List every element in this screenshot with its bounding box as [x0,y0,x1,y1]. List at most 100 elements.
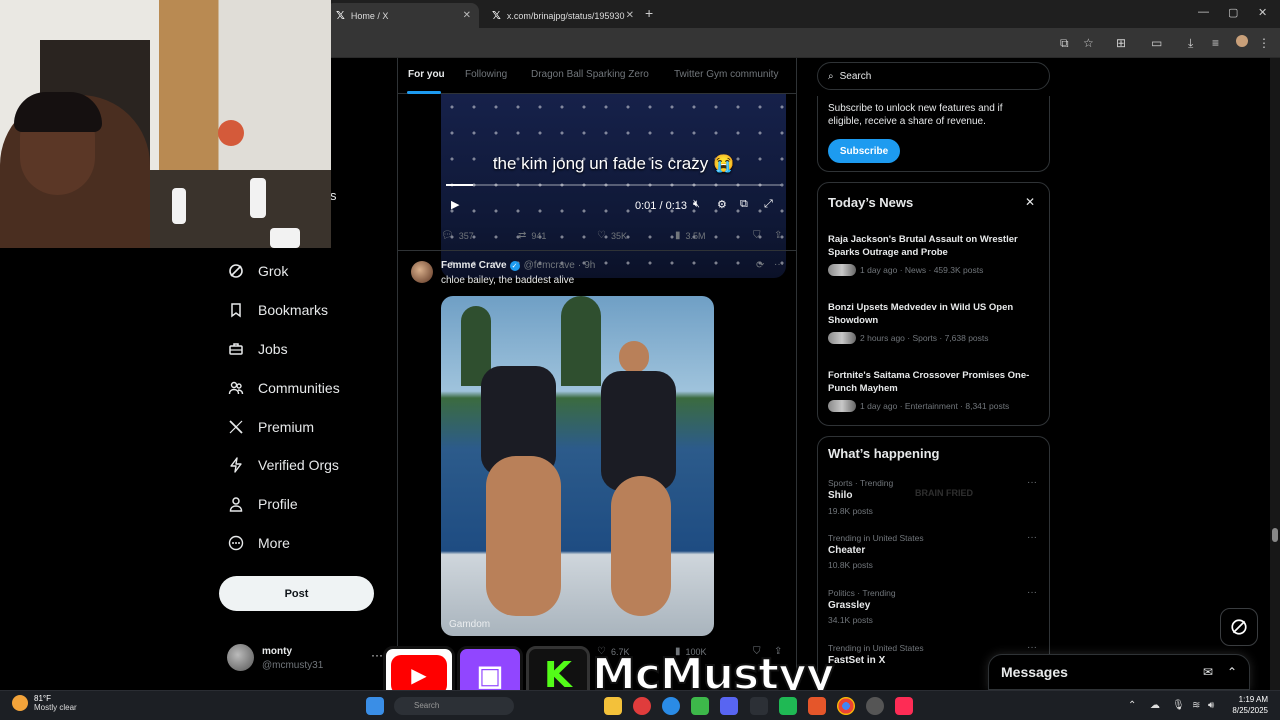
tab-following[interactable]: Following [465,69,507,80]
trend-more-icon[interactable]: ··· [1027,477,1037,488]
close-window-button[interactable]: ✕ [1258,6,1267,19]
avatar[interactable] [411,261,433,283]
scrollbar-thumb[interactable] [1272,528,1278,542]
trend-more-icon[interactable]: ··· [1027,587,1037,598]
trend-more-icon[interactable]: ··· [1027,532,1037,543]
pip-icon[interactable]: ⧉ [740,198,748,211]
person-icon [228,496,244,512]
active-tab-indicator [407,91,441,94]
news-headline[interactable]: Raja Jackson's Brutal Assault on Wrestle… [828,233,1038,259]
file-explorer-icon[interactable] [604,697,622,715]
start-menu-icon[interactable] [366,697,384,715]
like-button[interactable]: ♡ 35K [597,230,627,241]
onedrive-icon[interactable]: ☁ [1150,700,1160,711]
maximize-button[interactable]: ▢ [1228,6,1238,19]
grok-explain-icon[interactable]: ⟳ [756,260,764,271]
trend-name[interactable]: Shilo [828,490,852,501]
tray-chevron-icon[interactable]: ⌃ [1128,700,1136,711]
new-message-icon[interactable]: ✉ [1203,665,1213,679]
trend-name[interactable]: FastSet in X [828,655,885,666]
search-input[interactable]: ⌕ Search [817,62,1050,90]
author-name[interactable]: Femme Crave [441,260,507,271]
tweet-more-icon[interactable]: ··· [774,259,784,270]
edge-icon[interactable] [662,697,680,715]
install-app-icon[interactable]: ⧉ [1060,36,1069,51]
play-icon[interactable]: ▶ [451,198,459,211]
media-icon[interactable]: ≡ [1212,36,1219,50]
mute-icon[interactable]: 🔇︎ [693,198,700,211]
brave-icon[interactable] [808,697,826,715]
views-button[interactable]: ▮ 3.5M [675,230,706,241]
app-icon[interactable] [750,697,768,715]
bookmark-star-icon[interactable]: ☆ [1083,36,1094,50]
nav-item-premium[interactable]: Premium [228,419,314,435]
trend-name[interactable]: Grassley [828,600,870,611]
tab-for-you[interactable]: For you [408,69,445,80]
taskbar-clock[interactable]: 1:19 AM 8/25/2025 [1224,694,1268,716]
nav-item-verified-orgs[interactable]: Verified Orgs [228,457,339,473]
expand-icon[interactable]: ⌃ [1227,665,1237,679]
spotify-icon[interactable] [779,697,797,715]
trend-name[interactable]: Cheater [828,545,865,556]
post-button[interactable]: Post [219,576,374,611]
download-icon[interactable]: ⤓ [1188,36,1193,51]
account-more-icon[interactable]: ··· [371,648,383,662]
photo-subject [619,341,649,373]
share-button[interactable]: ⇪ [774,230,787,241]
wifi-icon[interactable]: ≋ [1192,700,1200,711]
opera-icon[interactable] [633,697,651,715]
tiktok-icon[interactable] [895,697,913,715]
nav-label: Premium [258,419,315,435]
page-scrollbar[interactable] [1270,58,1280,690]
nav-item-bookmarks[interactable]: Bookmarks [228,302,328,318]
reply-button[interactable]: 💬︎ 357 [441,230,474,241]
video-progress-bar[interactable] [446,184,781,186]
tab-dragon-ball[interactable]: Dragon Ball Sparking Zero [531,69,649,80]
people-icon [228,380,244,396]
tab-close-icon[interactable]: ✕ [463,10,471,21]
fullscreen-icon[interactable]: ⤢ [764,198,773,211]
trend-category: Sports · Trending [828,478,894,488]
nav-item-profile[interactable]: Profile [228,496,298,512]
browser-menu-icon[interactable]: ⋮ [1258,36,1270,50]
browser-profile-avatar[interactable] [1236,35,1248,47]
split-view-icon[interactable]: ▭ [1151,36,1162,50]
tab-close-icon[interactable]: ✕ [626,10,634,21]
obs-icon[interactable] [866,697,884,715]
grok-floating-button[interactable] [1220,608,1258,646]
volume-icon[interactable]: 🔊︎ [1208,700,1214,711]
mic-icon[interactable]: 🎙︎ [1172,700,1185,711]
clock-date: 8/25/2025 [1232,706,1268,715]
author-handle[interactable]: @femcrave [524,260,575,271]
nav-item-grok[interactable]: Grok [228,263,288,279]
discord-icon[interactable] [720,697,738,715]
tweet-photo[interactable]: Gamdom [441,296,714,636]
news-headline[interactable]: Bonzi Upsets Medvedev in Wild US Open Sh… [828,301,1038,327]
xbox-icon[interactable] [691,697,709,715]
settings-gear-icon[interactable]: ⚙ [717,198,727,211]
subscribe-button[interactable]: Subscribe [828,139,900,163]
account-switcher[interactable]: monty @mcmusty31 ··· [227,644,387,674]
news-headline[interactable]: Fortnite's Saitama Crossover Promises On… [828,369,1038,395]
like-count: 35K [610,230,627,241]
bookmark-button[interactable]: ⛉ [753,230,766,241]
tab-gym-community[interactable]: Twitter Gym community [674,69,778,80]
nav-item-more[interactable]: More [228,535,290,551]
taskbar-search-input[interactable]: Search [394,697,514,715]
messages-drawer[interactable]: Messages ✉ ⌃ [988,654,1250,690]
weather-widget[interactable]: 81°F Mostly clear [12,694,77,712]
trend-more-icon[interactable]: ··· [1027,642,1037,653]
nav-label: Verified Orgs [258,457,339,473]
browser-tab-home[interactable]: 𝕏 Home / X ✕ [326,3,479,28]
nav-item-communities[interactable]: Communities [228,380,340,396]
chrome-icon[interactable] [837,697,855,715]
nav-item-jobs[interactable]: Jobs [228,341,288,357]
close-icon[interactable]: ✕ [1025,195,1035,209]
repost-button[interactable]: ⇄ 941 [518,230,546,241]
tweet-time[interactable]: 9h [584,260,595,271]
video-time: 0:01 / 0:13 [635,200,687,212]
extensions-icon[interactable]: ⊞ [1116,36,1126,50]
new-tab-button[interactable]: + [645,5,653,21]
minimize-button[interactable]: — [1198,6,1209,18]
browser-tab-status[interactable]: 𝕏 x.com/brinajpg/status/195930 ✕ [482,3,642,28]
